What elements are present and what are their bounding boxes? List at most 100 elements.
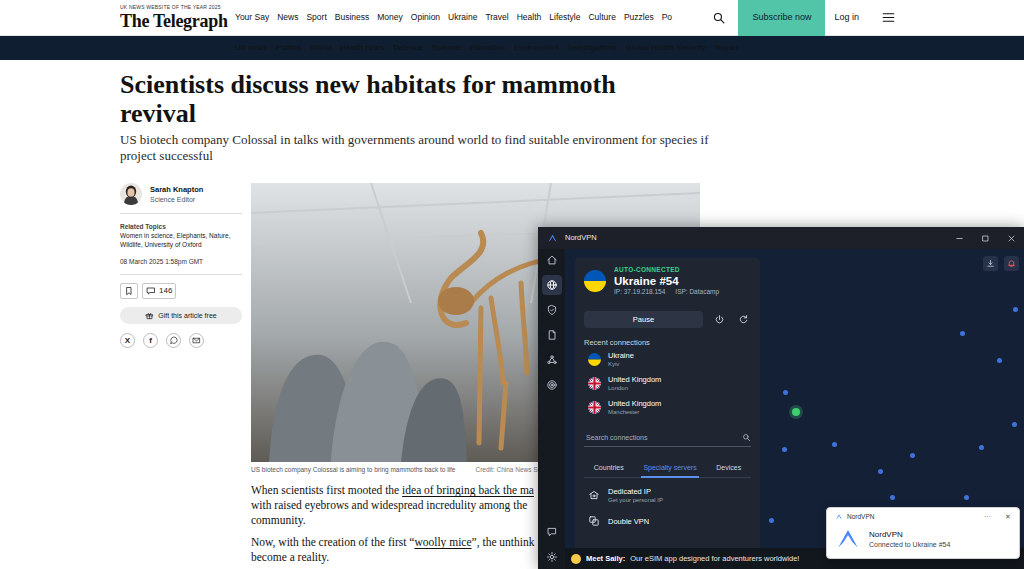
notification-toast[interactable]: NordVPN ··· ✕ NordVPN Connected to Ukrai… (826, 507, 1020, 559)
nav-link-item[interactable]: Business (335, 10, 370, 25)
ukraine-flag-icon (584, 270, 606, 292)
share-button[interactable]: X (120, 333, 135, 348)
share-button[interactable] (166, 333, 181, 348)
chat-button[interactable] (542, 522, 562, 542)
author-name[interactable]: Sarah Knapton (150, 185, 203, 195)
server-pin[interactable] (997, 358, 1002, 363)
gear-icon (546, 551, 558, 563)
server-pin[interactable] (1012, 422, 1017, 427)
server-pin[interactable] (960, 331, 965, 336)
server-pin[interactable] (782, 447, 787, 452)
nav-link-item[interactable]: Culture (588, 10, 615, 25)
notifications-button[interactable] (1004, 256, 1019, 271)
gift-label: Gift this article free (158, 311, 216, 320)
home-icon (546, 254, 558, 266)
section-link[interactable]: Health news (340, 43, 384, 53)
server-tab[interactable]: Countries (592, 461, 626, 478)
related-topics[interactable]: Women in science, Elephants, Nature, Wil… (120, 231, 242, 249)
server-pin[interactable] (769, 518, 774, 523)
bookmark-button[interactable] (120, 283, 138, 299)
minimize-button[interactable] (946, 227, 972, 249)
nav-link-item[interactable]: Travel (485, 10, 508, 25)
reconnect-button[interactable] (735, 312, 751, 328)
related-topics-label: Related Topics (120, 222, 242, 231)
gear-button[interactable] (542, 547, 562, 567)
masthead[interactable]: UK NEWS WEBSITE OF THE YEAR 2025 The Tel… (120, 4, 228, 31)
login-link[interactable]: Log in (834, 12, 859, 24)
server-pin[interactable] (910, 453, 915, 458)
recent-connection[interactable]: United KingdomLondon (584, 371, 751, 395)
section-link[interactable]: Royals (714, 43, 738, 53)
section-link[interactable]: Environment (514, 43, 559, 53)
section-link[interactable]: World (310, 43, 331, 53)
uk-flag-icon (588, 377, 601, 390)
share-button[interactable]: f (143, 333, 158, 348)
toast-close-button[interactable]: ✕ (1005, 512, 1011, 521)
server-pin[interactable] (890, 495, 895, 500)
server-pin[interactable] (964, 495, 969, 500)
shield-button[interactable] (542, 300, 562, 320)
search-input[interactable] (584, 433, 738, 442)
close-button[interactable] (998, 227, 1024, 249)
gift-article-button[interactable]: Gift this article free (120, 307, 242, 324)
bell-icon (1007, 259, 1016, 268)
country-name: United Kingdom (608, 399, 661, 408)
file-icon (546, 329, 558, 341)
server-tab[interactable]: Specialty servers (641, 461, 698, 478)
share-button[interactable] (189, 333, 204, 348)
disconnect-button[interactable] (711, 312, 727, 328)
server-pin[interactable] (1013, 307, 1018, 312)
file-button[interactable] (542, 325, 562, 345)
specialty-server[interactable]: Double VPN (584, 508, 751, 534)
share-label: X (125, 337, 130, 345)
nav-link-item[interactable]: News (277, 10, 298, 25)
section-link[interactable]: Defence (393, 43, 423, 53)
nav-link-item[interactable]: Po (662, 10, 672, 25)
server-tab[interactable]: Devices (714, 461, 743, 478)
section-link[interactable]: Science (432, 43, 460, 53)
section-link[interactable]: Education (469, 43, 505, 53)
home-button[interactable] (542, 250, 562, 270)
section-link[interactable]: Politics (276, 43, 301, 53)
article-link[interactable]: idea of bringing back the ma (402, 484, 534, 496)
nav-link-item[interactable]: Sport (306, 10, 326, 25)
site-logo[interactable]: The Telegraph (120, 11, 228, 31)
toast-app-name: NordVPN (847, 512, 874, 521)
ukraine-flag-icon (588, 353, 601, 366)
subscribe-button[interactable]: Subscribe now (738, 0, 825, 36)
comments-button[interactable]: 146 (142, 283, 176, 299)
window-titlebar[interactable]: NordVPN (538, 227, 1024, 249)
nav-link-item[interactable]: Puzzles (624, 10, 654, 25)
maximize-button[interactable] (972, 227, 998, 249)
server-pin[interactable] (832, 442, 837, 447)
download-button[interactable] (983, 256, 998, 271)
article-link[interactable]: woolly mice (414, 536, 471, 548)
mesh-button[interactable] (542, 350, 562, 370)
globe-button[interactable] (542, 275, 562, 295)
section-link[interactable]: Investigations (568, 43, 617, 53)
server-pin[interactable] (878, 469, 883, 474)
section-link[interactable]: Global Health Security (626, 43, 706, 53)
toast-menu-button[interactable]: ··· (984, 512, 991, 521)
recent-connection[interactable]: UkraineKyiv (584, 347, 751, 371)
server-pin[interactable] (792, 408, 800, 416)
search-icon[interactable] (712, 11, 726, 25)
nav-link-item[interactable]: Money (377, 10, 403, 25)
search-field[interactable] (584, 429, 751, 447)
nav-link-item[interactable]: Ukraine (448, 10, 477, 25)
nav-link-item[interactable]: Opinion (411, 10, 440, 25)
section-link[interactable]: UK news (235, 43, 267, 53)
double-icon (588, 515, 600, 527)
recent-connection[interactable]: United KingdomManchester (584, 395, 751, 419)
server-pin[interactable] (783, 390, 788, 395)
byline[interactable]: Sarah Knapton Science Editor (120, 183, 242, 205)
nav-link-item[interactable]: Health (517, 10, 542, 25)
specialty-server[interactable]: Dedicated IPGet your personal IP (584, 482, 751, 508)
menu-icon[interactable] (881, 10, 896, 25)
target-button[interactable] (542, 375, 562, 395)
nav-link-item[interactable]: Your Say (235, 10, 269, 25)
server-pin[interactable] (979, 445, 984, 450)
text-run: Now, with the creation of the first “ (251, 536, 414, 548)
pause-button[interactable]: Pause (584, 311, 703, 328)
nav-link-item[interactable]: Lifestyle (549, 10, 580, 25)
